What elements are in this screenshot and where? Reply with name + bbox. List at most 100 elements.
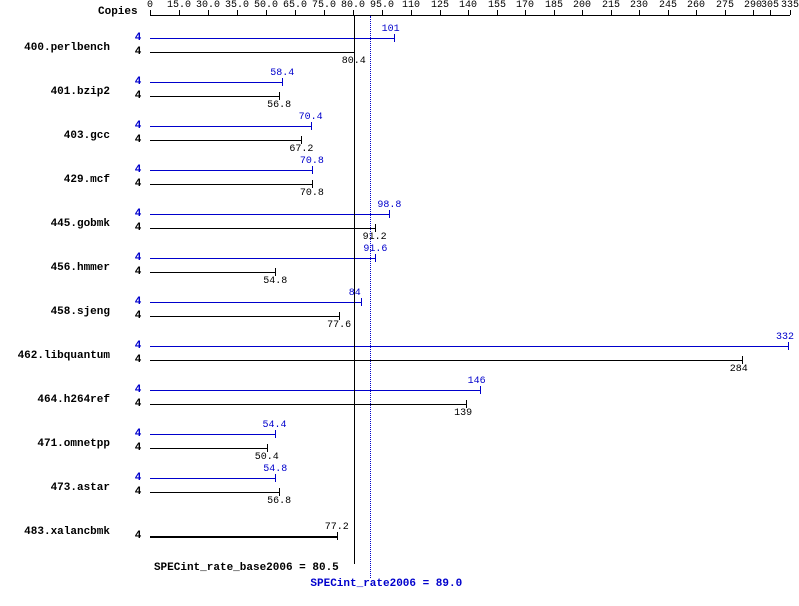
- benchmark-name: 401.bzip2: [0, 86, 110, 98]
- x-tick-label: 335: [781, 0, 799, 11]
- peak-value: 101: [382, 24, 400, 35]
- base-value: 70.8: [300, 188, 324, 199]
- peak-value: 98.8: [377, 200, 401, 211]
- x-tick-label: 170: [516, 0, 534, 11]
- copies-base: 4: [128, 398, 148, 410]
- base-bar: [150, 140, 301, 142]
- copies-base: 4: [128, 178, 148, 190]
- x-tick-label: 15.0: [167, 0, 191, 11]
- spec-chart: Copies 015.030.035.050.065.075.080.095.0…: [0, 0, 799, 606]
- x-tick-label: 35.0: [225, 0, 249, 11]
- base-value: 56.8: [267, 496, 291, 507]
- copies-peak: 4: [128, 164, 148, 176]
- x-tick-label: 50.0: [254, 0, 278, 11]
- x-tick-label: 155: [488, 0, 506, 11]
- benchmark-name: 471.omnetpp: [0, 438, 110, 450]
- x-tick-label: 110: [402, 0, 420, 11]
- peak-bar-end: [375, 254, 376, 262]
- copies-base: 4: [128, 486, 148, 498]
- peak-bar: [150, 390, 480, 392]
- base-value: 91.2: [363, 232, 387, 243]
- peak-bar: [150, 38, 394, 40]
- base-value: 284: [730, 364, 748, 375]
- x-tick-label: 275: [716, 0, 734, 11]
- peak-bar: [150, 126, 311, 128]
- benchmark-name: 456.hmmer: [0, 262, 110, 274]
- base-marker-line: [354, 16, 355, 564]
- peak-score-label: SPECint_rate2006 = 89.0: [310, 578, 462, 590]
- base-bar: [150, 184, 312, 186]
- copies-base: 4: [128, 222, 148, 234]
- base-bar-end: [339, 312, 340, 320]
- peak-bar: [150, 170, 312, 172]
- copies-peak: 4: [128, 252, 148, 264]
- base-value: 77.6: [327, 320, 351, 331]
- copies-peak: 4: [128, 76, 148, 88]
- peak-value: 91.6: [363, 244, 387, 255]
- benchmark-name: 462.libquantum: [0, 350, 110, 362]
- peak-bar-end: [394, 34, 395, 42]
- benchmark-name: 400.perlbench: [0, 42, 110, 54]
- base-bar-end: [466, 400, 467, 408]
- peak-bar-end: [389, 210, 390, 218]
- base-bar-end: [267, 444, 268, 452]
- base-bar-end: [375, 224, 376, 232]
- x-tick-label: 200: [573, 0, 591, 11]
- x-tick-label: 80.0: [341, 0, 365, 11]
- base-bar: [150, 492, 279, 494]
- base-bar: [150, 96, 279, 98]
- copies-peak: 4: [128, 428, 148, 440]
- peak-value: 332: [776, 332, 794, 343]
- base-bar: [150, 316, 339, 318]
- base-bar: [150, 272, 275, 274]
- base-bar: [150, 536, 337, 539]
- x-tick-label: 0: [147, 0, 153, 11]
- base-value: 56.8: [267, 100, 291, 111]
- peak-bar: [150, 258, 375, 260]
- peak-value: 70.4: [299, 112, 323, 123]
- base-bar-end: [337, 532, 338, 540]
- peak-bar: [150, 302, 361, 304]
- benchmark-name: 464.h264ref: [0, 394, 110, 406]
- base-bar-end: [742, 356, 743, 364]
- copies-base: 4: [128, 46, 148, 58]
- x-axis: [150, 15, 790, 16]
- peak-bar-end: [282, 78, 283, 86]
- peak-bar: [150, 82, 282, 84]
- copies-peak: 4: [128, 120, 148, 132]
- base-bar-end: [301, 136, 302, 144]
- x-tick-label: 185: [545, 0, 563, 11]
- x-tick-label: 140: [459, 0, 477, 11]
- peak-bar: [150, 346, 788, 348]
- base-bar-end: [275, 268, 276, 276]
- peak-value: 58.4: [270, 68, 294, 79]
- x-tick-label: 215: [602, 0, 620, 11]
- base-bar: [150, 360, 742, 362]
- copies-base: 4: [128, 90, 148, 102]
- peak-bar-end: [312, 166, 313, 174]
- benchmark-name: 403.gcc: [0, 130, 110, 142]
- copies-peak: 4: [128, 384, 148, 396]
- base-bar: [150, 448, 267, 450]
- x-tick-label: 75.0: [312, 0, 336, 11]
- base-value: 54.8: [263, 276, 287, 287]
- copies-header: Copies: [98, 6, 138, 18]
- x-tick-label: 125: [431, 0, 449, 11]
- benchmark-name: 483.xalancbmk: [0, 526, 110, 538]
- base-bar: [150, 52, 354, 54]
- peak-bar-end: [275, 474, 276, 482]
- copies-peak: 4: [128, 296, 148, 308]
- base-bar-end: [279, 488, 280, 496]
- peak-bar-end: [361, 298, 362, 306]
- x-tick-label: 290: [744, 0, 762, 11]
- benchmark-name: 445.gobmk: [0, 218, 110, 230]
- copies-peak: 4: [128, 472, 148, 484]
- benchmark-name: 458.sjeng: [0, 306, 110, 318]
- x-tick-label: 260: [687, 0, 705, 11]
- peak-bar-end: [275, 430, 276, 438]
- x-tick-label: 230: [630, 0, 648, 11]
- base-value: 67.2: [289, 144, 313, 155]
- copies-base: 4: [128, 354, 148, 366]
- base-bar-end: [279, 92, 280, 100]
- peak-value: 70.8: [300, 156, 324, 167]
